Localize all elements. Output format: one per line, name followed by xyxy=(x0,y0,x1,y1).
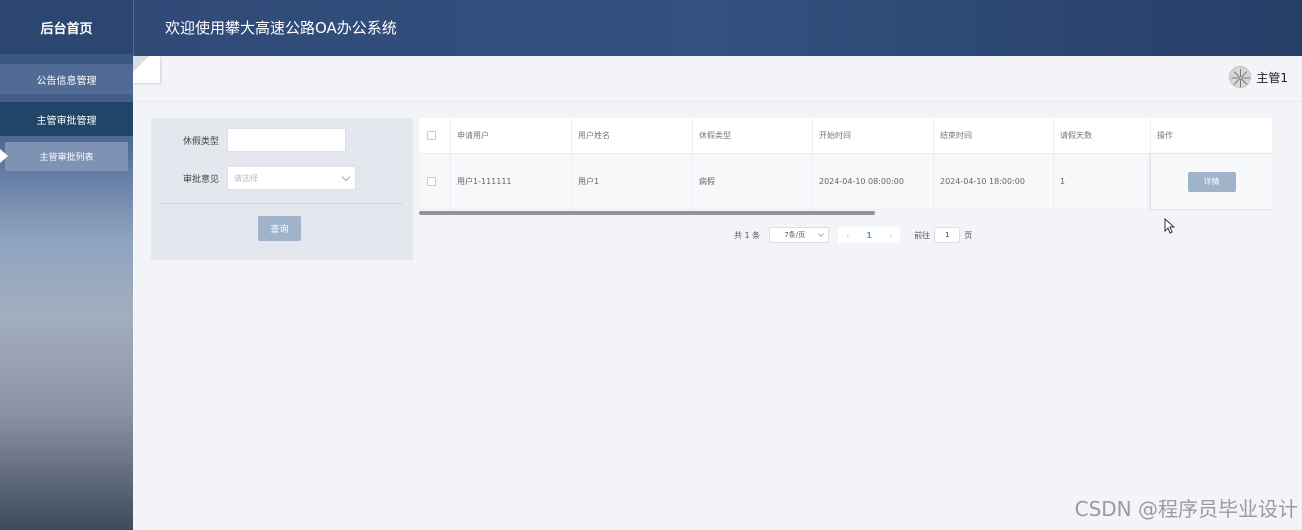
sidebar: 后台首页 公告信息管理 主管审批管理 主管审批列表 xyxy=(0,0,133,530)
prev-page-icon[interactable]: ‹ xyxy=(838,227,858,243)
page-size-select[interactable]: 7条/页 xyxy=(769,227,830,243)
end-time-cell: 2024-04-10 18:00:00 xyxy=(934,154,1054,209)
divider xyxy=(161,203,403,204)
sidebar-item-notice-management[interactable]: 公告信息管理 xyxy=(0,64,133,94)
pagination: 共 1 条 7条/页 ‹ 1 › 前往 1 页 xyxy=(734,227,972,243)
table-header-row: 申请用户 用户姓名 休假类型 开始时间 结束时间 请假天数 操作 xyxy=(419,118,1272,154)
query-button[interactable]: 查询 xyxy=(258,216,301,241)
name-cell: 用户1 xyxy=(572,154,693,209)
avatar xyxy=(1229,66,1252,88)
top-header: 欢迎使用攀大高速公路OA办公系统 xyxy=(133,0,1302,56)
column-header: 申请用户 xyxy=(451,118,572,153)
next-page-icon[interactable]: › xyxy=(881,227,901,243)
user-menu[interactable]: 主管1 xyxy=(1229,66,1288,88)
column-header: 结束时间 xyxy=(934,118,1054,153)
detail-button[interactable]: 详情 xyxy=(1187,171,1236,192)
watermark: CSDN @程序员毕业设计 xyxy=(1074,497,1298,521)
sidebar-home[interactable]: 后台首页 xyxy=(0,0,133,54)
search-panel: 休假类型 审批意见 请选择 查询 xyxy=(151,118,413,260)
opinion-select[interactable]: 请选择 xyxy=(227,166,356,190)
active-arrow-icon xyxy=(0,149,8,163)
sidebar-subitem-review-list[interactable]: 主管审批列表 xyxy=(0,142,128,171)
column-header: 操作 xyxy=(1157,131,1173,140)
column-header: 请假天数 xyxy=(1054,118,1151,153)
row-checkbox[interactable] xyxy=(427,177,436,186)
toolbar: 主管1 xyxy=(133,56,1302,102)
days-cell: 1 xyxy=(1054,154,1151,209)
sidebar-toggle-icon[interactable] xyxy=(133,56,160,83)
action-cell: 详情 xyxy=(1151,154,1272,209)
opinion-placeholder: 请选择 xyxy=(234,173,258,183)
chevron-down-icon xyxy=(818,231,825,237)
page-size-value: 7条/页 xyxy=(784,231,805,239)
goto-label: 前往 xyxy=(914,230,931,240)
page-number[interactable]: 1 xyxy=(857,227,882,243)
page-title: 欢迎使用攀大高速公路OA办公系统 xyxy=(165,19,397,37)
applicant-cell: 用户1-111111 xyxy=(451,154,572,209)
column-header: 开始时间 xyxy=(813,118,934,153)
table-row[interactable]: 用户1-111111 用户1 病假 2024-04-10 08:00:00 20… xyxy=(419,154,1272,210)
opinion-row: 审批意见 请选择 xyxy=(151,166,356,190)
leave-type-label: 休假类型 xyxy=(182,136,219,147)
chevron-down-icon xyxy=(341,172,351,181)
goto-unit: 页 xyxy=(964,230,973,240)
leave-type-input[interactable] xyxy=(227,128,346,152)
scrollbar-thumb[interactable] xyxy=(419,211,875,215)
column-header: 休假类型 xyxy=(693,118,813,153)
select-all-checkbox[interactable] xyxy=(427,131,436,140)
goto-input[interactable]: 1 xyxy=(934,227,961,243)
start-time-cell: 2024-04-10 08:00:00 xyxy=(813,154,934,209)
username: 主管1 xyxy=(1256,70,1288,85)
select-all-cell xyxy=(419,118,451,153)
column-header: 用户姓名 xyxy=(572,118,693,153)
leave-type-row: 休假类型 xyxy=(151,128,346,152)
data-table: 申请用户 用户姓名 休假类型 开始时间 结束时间 请假天数 操作 用户1-111… xyxy=(419,118,1272,210)
leave-type-cell: 病假 xyxy=(693,154,813,209)
total-count: 共 1 条 xyxy=(734,230,761,240)
sidebar-subitem-label: 主管审批列表 xyxy=(39,153,94,163)
opinion-label: 审批意见 xyxy=(182,174,219,185)
sidebar-item-supervisor-review[interactable]: 主管审批管理 xyxy=(0,102,133,136)
horizontal-scrollbar[interactable] xyxy=(419,210,1152,215)
row-select-cell xyxy=(419,154,451,209)
